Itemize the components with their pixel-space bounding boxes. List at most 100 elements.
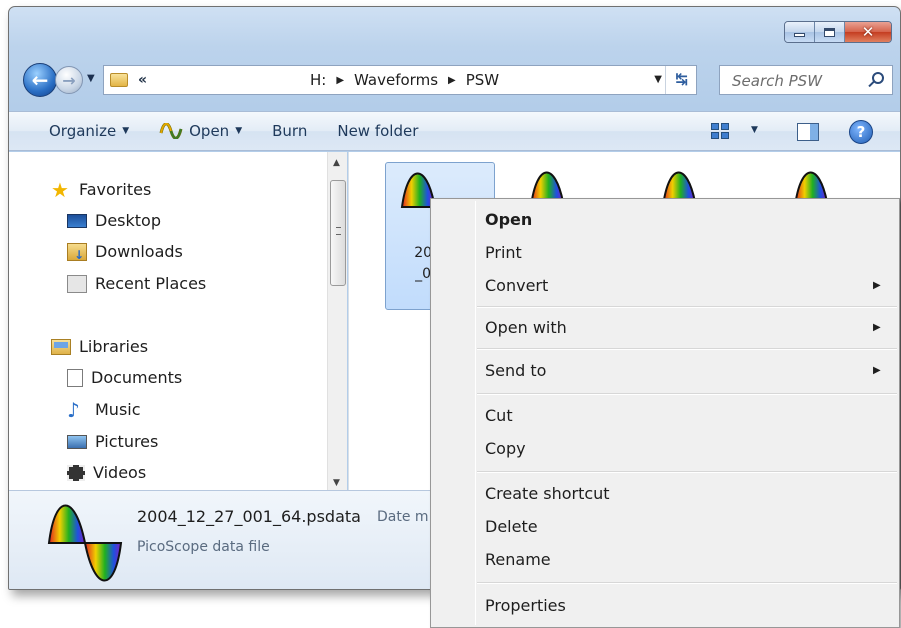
address-divider bbox=[665, 66, 666, 94]
menu-item-cut[interactable]: Cut bbox=[485, 406, 513, 425]
details-file-name: 2004_12_27_001_64.psdata bbox=[137, 507, 361, 526]
menu-separator bbox=[477, 306, 897, 308]
context-menu-gutter bbox=[475, 201, 476, 625]
documents-icon bbox=[67, 368, 83, 387]
navigation-pane: ★ Favorites Desktop ↓ Downloads Recent P… bbox=[9, 152, 347, 490]
new-folder-label: New folder bbox=[337, 122, 419, 140]
recent-pages-dropdown[interactable]: ▼ bbox=[87, 73, 95, 84]
command-bar: Organize ▼ Open ▼ Burn New folder ▼ ? bbox=[9, 111, 900, 151]
back-arrow-icon: ← bbox=[31, 68, 49, 92]
forward-arrow-icon: → bbox=[62, 70, 76, 90]
libraries-icon bbox=[51, 338, 71, 355]
details-file-type: PicoScope data file bbox=[137, 539, 270, 555]
details-date-label: Date m bbox=[377, 509, 429, 525]
menu-item-properties[interactable]: Properties bbox=[485, 596, 566, 615]
menu-item-create-shortcut[interactable]: Create shortcut bbox=[485, 484, 610, 503]
search-input[interactable]: Search PSW bbox=[732, 72, 822, 90]
sidebar-item-pictures[interactable]: Pictures bbox=[67, 432, 158, 451]
back-button[interactable]: ← bbox=[23, 63, 57, 97]
sidebar-item-music[interactable]: ♪ Music bbox=[67, 397, 141, 422]
organize-button[interactable]: Organize ▼ bbox=[49, 122, 129, 140]
sidebar-item-libraries[interactable]: Libraries bbox=[51, 337, 148, 356]
address-overflow-button[interactable]: « bbox=[138, 72, 147, 88]
scroll-up-icon[interactable]: ▲ bbox=[333, 158, 340, 168]
sidebar-item-label: Music bbox=[95, 400, 141, 419]
menu-separator bbox=[477, 348, 897, 350]
folder-icon bbox=[110, 73, 128, 87]
waveform-icon bbox=[159, 123, 183, 139]
maximize-button[interactable] bbox=[815, 22, 845, 42]
menu-separator bbox=[477, 471, 897, 473]
star-icon: ★ bbox=[51, 177, 69, 202]
new-folder-button[interactable]: New folder bbox=[337, 122, 418, 140]
sidebar-item-documents[interactable]: Documents bbox=[67, 368, 182, 387]
pictures-icon bbox=[67, 434, 87, 449]
minimize-button[interactable] bbox=[785, 22, 815, 42]
music-icon: ♪ bbox=[67, 397, 80, 422]
breadcrumb-psw[interactable]: PSW bbox=[466, 71, 499, 89]
burn-button[interactable]: Burn bbox=[272, 122, 307, 140]
maximize-icon bbox=[824, 27, 835, 37]
burn-label: Burn bbox=[272, 122, 308, 140]
menu-item-delete[interactable]: Delete bbox=[485, 517, 538, 536]
context-menu: Open Print Convert ▶ Open with ▶ Send to… bbox=[430, 198, 900, 628]
menu-item-print[interactable]: Print bbox=[485, 243, 522, 262]
view-options-dropdown[interactable]: ▼ bbox=[751, 125, 758, 135]
breadcrumb-drive[interactable]: H: bbox=[310, 71, 326, 89]
breadcrumb-separator-icon[interactable]: ▶ bbox=[336, 75, 344, 86]
submenu-arrow-icon: ▶ bbox=[873, 280, 881, 291]
breadcrumb-separator-icon[interactable]: ▶ bbox=[448, 75, 456, 86]
window-controls: ✕ bbox=[784, 21, 892, 43]
sidebar-item-desktop[interactable]: Desktop bbox=[67, 211, 161, 230]
submenu-arrow-icon: ▶ bbox=[873, 365, 881, 376]
videos-icon bbox=[67, 464, 85, 481]
change-view-icon[interactable] bbox=[711, 123, 729, 139]
menu-item-open[interactable]: Open bbox=[485, 210, 532, 229]
breadcrumb-waveforms[interactable]: Waveforms bbox=[354, 71, 438, 89]
close-button[interactable]: ✕ bbox=[845, 22, 891, 42]
sidebar-item-label: Desktop bbox=[95, 211, 161, 230]
help-icon[interactable]: ? bbox=[849, 120, 873, 144]
chevron-down-icon: ▼ bbox=[122, 126, 130, 136]
sidebar-item-favorites[interactable]: ★ Favorites bbox=[51, 177, 152, 202]
sidebar-item-label: Libraries bbox=[79, 337, 149, 356]
organize-label: Organize bbox=[49, 122, 117, 140]
sidebar-item-label: Pictures bbox=[95, 432, 159, 451]
menu-item-convert[interactable]: Convert bbox=[485, 276, 548, 295]
sidebar-item-downloads[interactable]: ↓ Downloads bbox=[67, 242, 183, 262]
address-bar[interactable]: « H: ▶ Waveforms ▶ PSW ▼ ↹ bbox=[103, 65, 697, 95]
forward-button[interactable]: → bbox=[55, 66, 83, 94]
minimize-icon bbox=[794, 33, 805, 37]
desktop-icon bbox=[67, 213, 87, 228]
menu-separator bbox=[477, 582, 897, 584]
downloads-icon: ↓ bbox=[67, 242, 87, 262]
menu-item-open-with[interactable]: Open with bbox=[485, 318, 567, 337]
sidebar-item-videos[interactable]: Videos bbox=[67, 463, 146, 482]
menu-item-copy[interactable]: Copy bbox=[485, 439, 526, 458]
scroll-down-icon[interactable]: ▼ bbox=[333, 478, 340, 488]
refresh-icon[interactable]: ↹ bbox=[675, 70, 688, 88]
address-dropdown[interactable]: ▼ bbox=[654, 74, 662, 85]
open-label: Open bbox=[189, 122, 230, 140]
sidebar-item-label: Videos bbox=[93, 463, 147, 482]
sidebar-item-recent-places[interactable]: Recent Places bbox=[67, 274, 206, 293]
navigation-scrollbar[interactable]: ▲ ▼ bbox=[327, 152, 347, 490]
submenu-arrow-icon: ▶ bbox=[873, 322, 881, 333]
preview-pane-icon[interactable] bbox=[797, 123, 819, 141]
open-button[interactable]: Open ▼ bbox=[159, 122, 242, 140]
sidebar-item-label: Downloads bbox=[95, 242, 183, 261]
psdata-file-large-icon bbox=[47, 504, 123, 582]
breadcrumb: H: ▶ Waveforms ▶ PSW bbox=[310, 71, 499, 89]
navigation-bar: ← → ▼ « H: ▶ Waveforms ▶ PSW ▼ ↹ Search … bbox=[9, 63, 900, 97]
scrollbar-thumb[interactable] bbox=[330, 180, 346, 286]
menu-item-rename[interactable]: Rename bbox=[485, 550, 551, 569]
menu-item-send-to[interactable]: Send to bbox=[485, 361, 546, 380]
recent-places-icon bbox=[67, 274, 87, 293]
chevron-down-icon: ▼ bbox=[235, 126, 243, 136]
search-box[interactable]: Search PSW bbox=[719, 65, 893, 95]
search-icon[interactable] bbox=[872, 72, 884, 84]
sidebar-item-label: Favorites bbox=[79, 180, 152, 199]
menu-separator bbox=[477, 393, 897, 395]
close-icon: ✕ bbox=[861, 23, 875, 41]
sidebar-item-label: Recent Places bbox=[95, 274, 207, 293]
